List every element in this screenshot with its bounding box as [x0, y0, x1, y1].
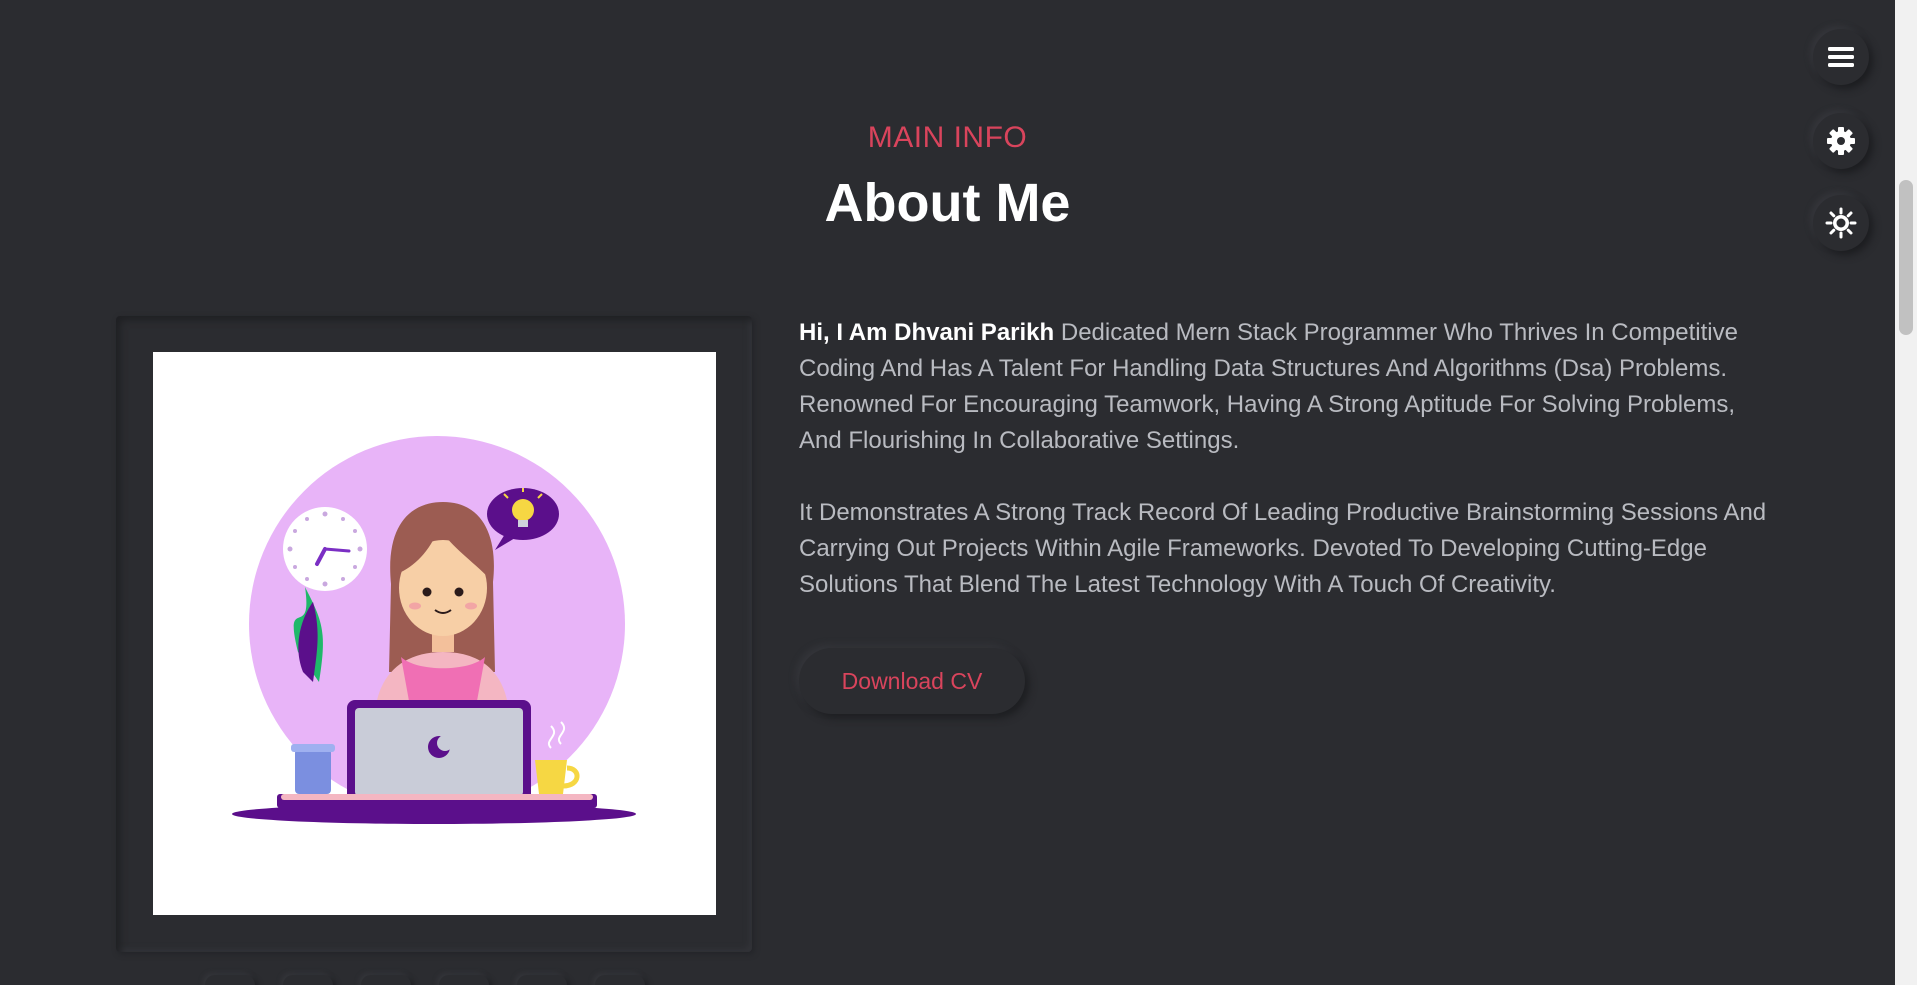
social-link[interactable]	[595, 975, 645, 985]
girl-at-laptop-illustration	[232, 436, 636, 824]
page-scrollbar[interactable]	[1895, 0, 1917, 985]
menu-button[interactable]	[1813, 29, 1869, 85]
social-link[interactable]	[361, 975, 411, 985]
social-link[interactable]	[517, 975, 567, 985]
about-description: Hi, I Am Dhvani Parikh Dedicated Mern St…	[799, 315, 1779, 639]
social-link[interactable]	[205, 975, 255, 985]
sun-icon	[1825, 207, 1857, 239]
gear-icon	[1827, 127, 1855, 155]
social-link[interactable]	[439, 975, 489, 985]
clock-icon	[281, 505, 369, 593]
theme-toggle-button[interactable]	[1813, 195, 1869, 251]
hamburger-menu-icon	[1828, 47, 1854, 67]
scrollbar-thumb[interactable]	[1899, 180, 1913, 335]
social-link[interactable]	[283, 975, 333, 985]
download-cv-button[interactable]: Download CV	[799, 648, 1025, 714]
about-image-frame	[116, 316, 752, 952]
section-kicker: MAIN INFO	[867, 121, 1028, 154]
about-paragraph-1: Hi, I Am Dhvani Parikh Dedicated Mern St…	[799, 315, 1779, 459]
about-paragraph-2: It Demonstrates A Strong Track Record Of…	[799, 499, 1767, 598]
settings-button[interactable]	[1813, 113, 1869, 169]
page-title: About Me	[824, 173, 1071, 233]
about-illustration	[153, 352, 716, 915]
intro-name: Hi, I Am Dhvani Parikh	[799, 319, 1055, 346]
social-links-row	[205, 975, 645, 985]
section-header: MAIN INFO About Me	[0, 118, 1895, 234]
page: MAIN INFO About Me Hi, I Am Dhvani Parik…	[0, 0, 1917, 985]
